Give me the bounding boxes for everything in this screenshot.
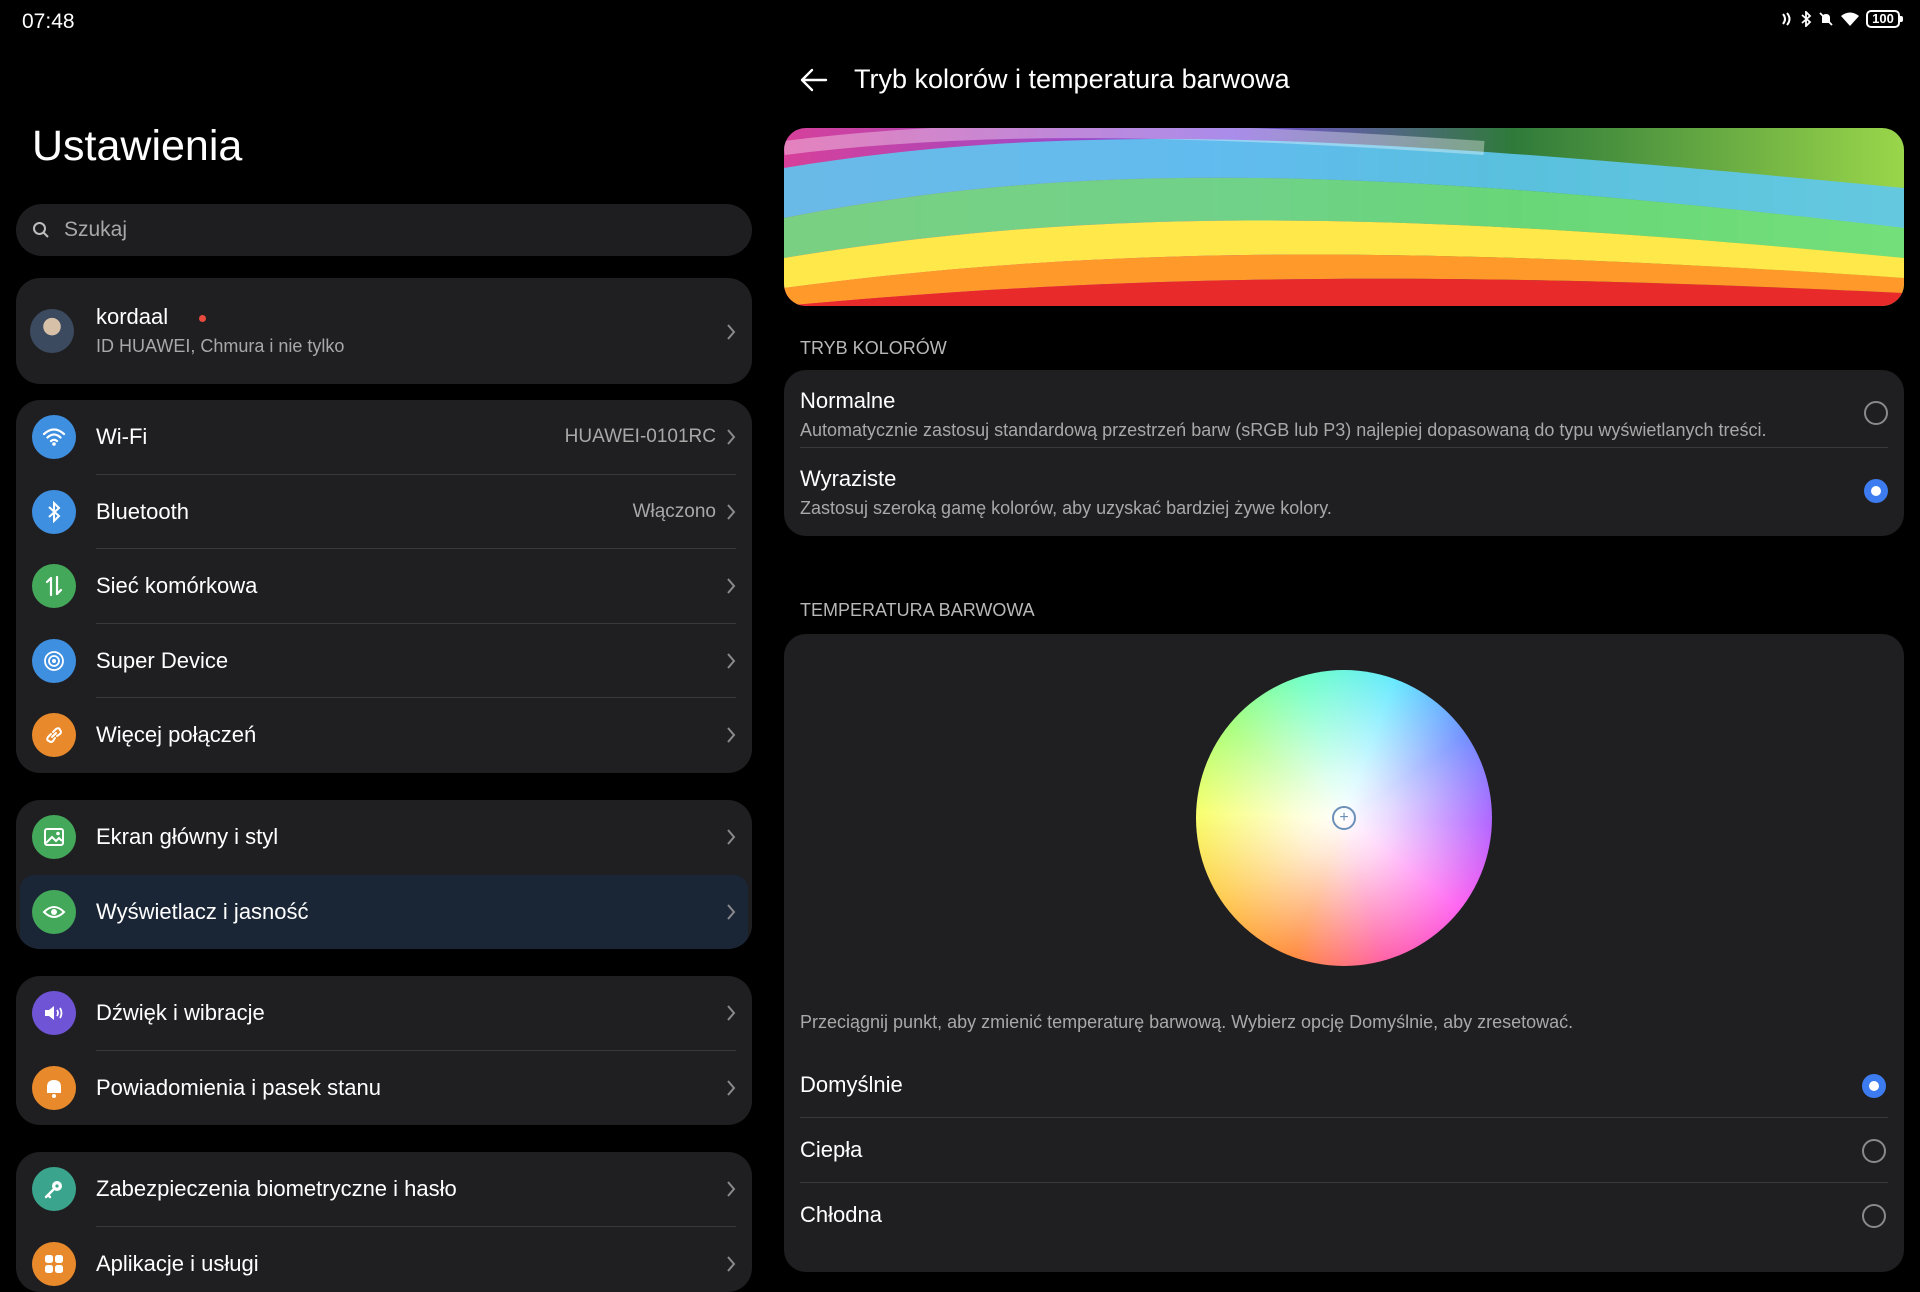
chevron-right-icon [726, 828, 736, 846]
sound-notifications-group: Dźwięk i wibracje Powiadomienia i pasek … [16, 976, 752, 1125]
mobile-network-icon [32, 564, 76, 608]
key-icon [32, 1167, 76, 1211]
chevron-right-icon [726, 1079, 736, 1097]
color-banner-image [784, 128, 1904, 306]
chevron-right-icon [726, 503, 736, 521]
sidebar-item-super-device[interactable]: Super Device [16, 624, 752, 699]
back-arrow-icon[interactable] [798, 64, 830, 96]
display-group: Ekran główny i styl Wyświetlacz i jasnoś… [16, 800, 752, 949]
account-card[interactable]: kordaal ID HUAWEI, Chmura i nie tylko [16, 278, 752, 384]
radio-vivid[interactable] [1864, 479, 1888, 503]
search-bar[interactable] [16, 204, 752, 256]
bluetooth-icon [32, 490, 76, 534]
color-mode-header: TRYB KOLORÓW [800, 338, 947, 359]
detail-pane: Tryb kolorów i temperatura barwowa TRYB … [768, 0, 1920, 1280]
image-icon [32, 815, 76, 859]
security-apps-group: Zabezpieczenia biometryczne i hasło Apli… [16, 1152, 752, 1292]
apps-icon [32, 1242, 76, 1286]
divider [800, 1182, 1888, 1183]
sidebar-item-notifications[interactable]: Powiadomienia i pasek stanu [16, 1051, 752, 1126]
color-mode-option-vivid[interactable]: Wyraziste Zastosuj szeroką gamę kolorów,… [784, 448, 1904, 526]
sidebar-item-display[interactable]: Wyświetlacz i jasność [20, 875, 748, 950]
notification-dot [199, 315, 206, 322]
option-description: Automatycznie zastosuj standardową przes… [800, 420, 1766, 441]
chevron-right-icon [726, 1180, 736, 1198]
color-wheel[interactable]: + [1196, 670, 1492, 966]
super-device-icon [32, 639, 76, 683]
chevron-right-icon [726, 652, 736, 670]
sidebar-item-label: Zabezpieczenia biometryczne i hasło [96, 1176, 457, 1202]
bell-icon [32, 1066, 76, 1110]
sidebar-item-sound[interactable]: Dźwięk i wibracje [16, 976, 752, 1051]
radio-normal[interactable] [1864, 401, 1888, 425]
temperature-option-warm[interactable]: Ciepła [784, 1119, 1904, 1183]
sidebar-item-bluetooth[interactable]: Bluetooth Włączono [16, 475, 752, 550]
sidebar-item-value: HUAWEI-0101RC [565, 426, 716, 448]
temperature-option-cool[interactable]: Chłodna [784, 1184, 1904, 1248]
sidebar-item-label: Bluetooth [96, 499, 189, 525]
account-subtitle: ID HUAWEI, Chmura i nie tylko [96, 336, 344, 357]
radio-cool[interactable] [1862, 1204, 1886, 1228]
chevron-right-icon [726, 577, 736, 595]
sidebar-item-mobile-network[interactable]: Sieć komórkowa [16, 549, 752, 624]
sidebar-item-label: Ekran główny i styl [96, 824, 278, 850]
wifi-icon [32, 415, 76, 459]
color-mode-card: Normalne Automatycznie zastosuj standard… [784, 370, 1904, 536]
connectivity-group: Wi-Fi HUAWEI-0101RC Bluetooth Włączono S… [16, 400, 752, 773]
chevron-right-icon [726, 1004, 736, 1022]
avatar [30, 309, 74, 353]
chevron-right-icon [726, 726, 736, 744]
sidebar-item-label: Wyświetlacz i jasność [96, 899, 309, 925]
option-title: Normalne [800, 388, 895, 414]
wheel-handle[interactable]: + [1332, 806, 1356, 830]
option-label: Ciepła [800, 1137, 862, 1163]
chevron-right-icon [726, 903, 736, 921]
sidebar-item-security[interactable]: Zabezpieczenia biometryczne i hasło [16, 1152, 752, 1227]
search-input[interactable] [62, 217, 706, 243]
sidebar-item-label: Dźwięk i wibracje [96, 1000, 265, 1026]
app-title: Ustawienia [32, 122, 242, 171]
sidebar-item-label: Powiadomienia i pasek stanu [96, 1075, 381, 1101]
sidebar-item-apps[interactable]: Aplikacje i usługi [16, 1227, 752, 1292]
chevron-right-icon [726, 1255, 736, 1273]
temperature-option-default[interactable]: Domyślnie [784, 1054, 1904, 1118]
sidebar-item-more-connections[interactable]: Więcej połączeń [16, 698, 752, 773]
speaker-icon [32, 991, 76, 1035]
radio-warm[interactable] [1862, 1139, 1886, 1163]
sidebar-item-label: Super Device [96, 648, 228, 674]
link-icon [32, 713, 76, 757]
search-icon [32, 221, 50, 239]
sidebar-item-wifi[interactable]: Wi-Fi HUAWEI-0101RC [16, 400, 752, 475]
account-name: kordaal [96, 304, 168, 330]
option-label: Domyślnie [800, 1072, 903, 1098]
temperature-header: TEMPERATURA BARWOWA [800, 600, 1035, 621]
sidebar-item-label: Wi-Fi [96, 424, 147, 450]
color-temperature-wheel[interactable]: + [1196, 670, 1492, 966]
option-description: Zastosuj szeroką gamę kolorów, aby uzysk… [800, 498, 1332, 519]
sidebar-item-label: Więcej połączeń [96, 722, 256, 748]
temperature-card: + Przeciągnij punkt, aby zmienić tempera… [784, 634, 1904, 1272]
sidebar-item-label: Sieć komórkowa [96, 573, 257, 599]
page-title: Tryb kolorów i temperatura barwowa [854, 64, 1290, 95]
color-mode-option-normal[interactable]: Normalne Automatycznie zastosuj standard… [784, 370, 1904, 448]
sidebar-item-label: Aplikacje i usługi [96, 1251, 259, 1277]
sidebar-item-home-screen[interactable]: Ekran główny i styl [16, 800, 752, 875]
option-label: Chłodna [800, 1202, 882, 1228]
chevron-right-icon [726, 323, 736, 341]
chevron-right-icon [726, 428, 736, 446]
radio-default[interactable] [1862, 1074, 1886, 1098]
divider [800, 1117, 1888, 1118]
temperature-hint: Przeciągnij punkt, aby zmienić temperatu… [800, 1012, 1573, 1033]
sidebar-item-value: Włączono [633, 501, 716, 523]
settings-sidebar: Ustawienia kordaal ID HUAWEI, Chmura i n… [0, 0, 768, 1280]
eye-icon [32, 890, 76, 934]
option-title: Wyraziste [800, 466, 896, 492]
